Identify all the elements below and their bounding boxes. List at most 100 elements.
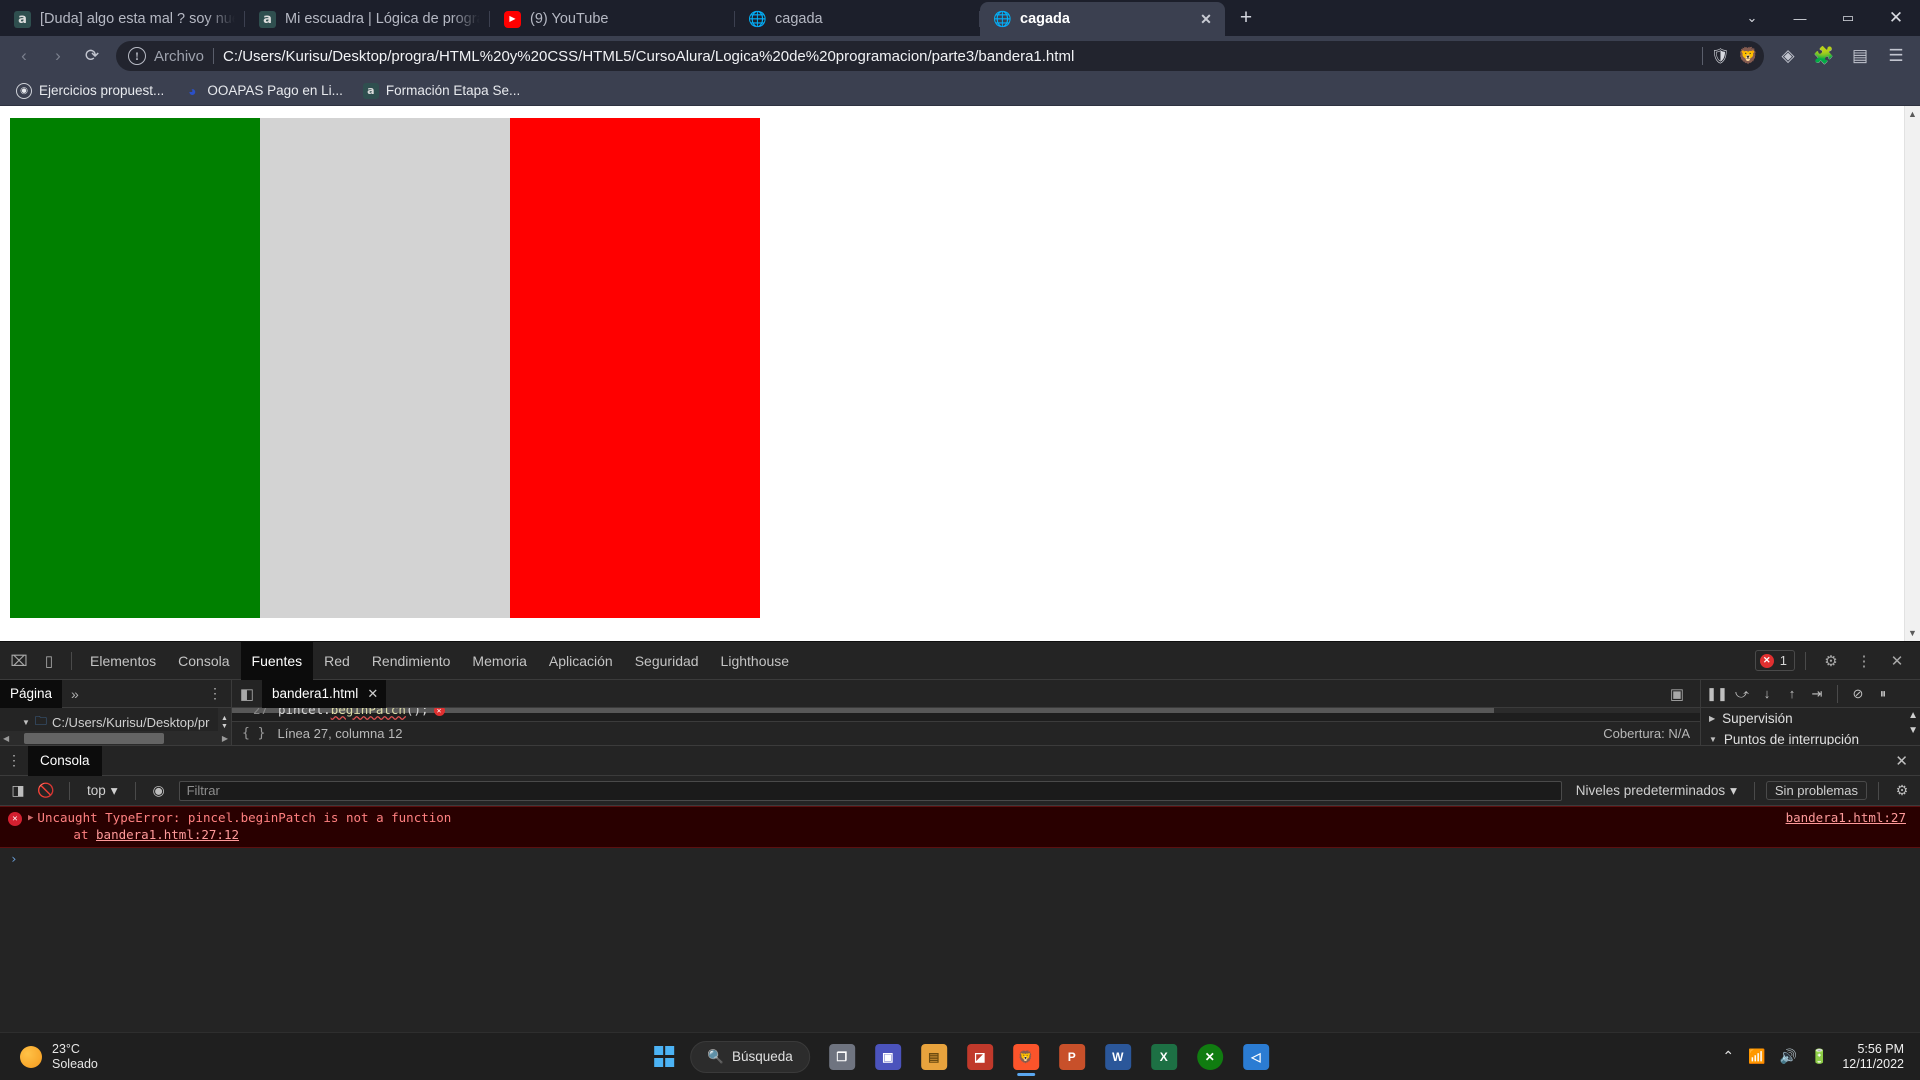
scroll-right-icon[interactable]: ▶ <box>219 734 231 743</box>
xbox-button[interactable]: ✕ <box>1190 1037 1230 1077</box>
devtools-tab-memoria[interactable]: Memoria <box>461 642 537 680</box>
speaker-icon[interactable]: 🔊 <box>1779 1048 1796 1065</box>
vscode-button[interactable]: ◁ <box>1236 1037 1276 1077</box>
devtools-tab-elementos[interactable]: Elementos <box>79 642 167 680</box>
devtools-tab-consola[interactable]: Consola <box>167 642 240 680</box>
pause-on-exceptions-icon[interactable]: ⏸ <box>1871 682 1895 706</box>
close-icon[interactable]: ✕ <box>367 686 378 702</box>
brave-browser-button[interactable]: 🦁 <box>1006 1037 1046 1077</box>
show-debugger-icon[interactable]: ▣ <box>1662 680 1692 709</box>
minimize-button[interactable]: — <box>1776 0 1824 36</box>
devtools-kebab-icon[interactable]: ⋮ <box>1849 646 1879 676</box>
error-count-badge[interactable]: ✕ 1 <box>1754 650 1795 671</box>
extensions-icon[interactable]: 🧩 <box>1808 40 1840 72</box>
live-expression-icon[interactable]: ◉ <box>147 779 171 803</box>
close-icon[interactable]: ✕ <box>1197 10 1215 28</box>
inspect-element-icon[interactable]: ⌧ <box>4 646 34 676</box>
chevron-down-icon[interactable]: ▼ <box>1709 735 1717 744</box>
console-filter-input[interactable]: Filtrar <box>178 780 1562 801</box>
brave-rewards-icon[interactable]: ◈ <box>1772 40 1804 72</box>
sidebar-toggle-icon[interactable]: ▤ <box>1844 40 1876 72</box>
format-code-icon[interactable]: { } <box>242 726 265 741</box>
browser-tab-0[interactable]: a [Duda] algo esta mal ? soy nuevo :C | … <box>0 2 245 36</box>
drawer-close-icon[interactable]: ✕ <box>1883 752 1920 770</box>
scroll-up-icon[interactable]: ▲ <box>221 715 228 723</box>
back-button[interactable]: ‹ <box>8 40 40 72</box>
browser-tab-2[interactable]: ▶ (9) YouTube <box>490 2 735 36</box>
photoshop-button[interactable]: ◪ <box>960 1037 1000 1077</box>
drawer-tab-consola[interactable]: Consola <box>28 745 102 776</box>
task-view-button[interactable]: ❐ <box>822 1037 862 1077</box>
browser-tab-3[interactable]: 🌐 cagada <box>735 2 980 36</box>
devtools-tab-seguridad[interactable]: Seguridad <box>624 642 710 680</box>
devtools-tab-rendimiento[interactable]: Rendimiento <box>361 642 462 680</box>
bookmark-item-2[interactable]: a Formación Etapa Se... <box>355 80 528 102</box>
device-toolbar-icon[interactable]: ▯ <box>34 646 64 676</box>
reload-button[interactable]: ⟳ <box>76 40 108 72</box>
chevron-down-icon[interactable]: ⌄ <box>1728 0 1776 36</box>
taskbar-search-box[interactable]: 🔍 Búsqueda <box>690 1040 810 1073</box>
clear-console-icon[interactable]: 🚫 <box>34 779 58 803</box>
gear-icon[interactable]: ⚙ <box>1816 646 1846 676</box>
taskbar-weather-widget[interactable]: 23°C Soleado <box>0 1042 98 1071</box>
scrollbar-thumb[interactable] <box>24 732 165 744</box>
scroll-down-icon[interactable]: ▼ <box>1908 625 1917 641</box>
scroll-up-icon[interactable]: ▲ <box>1908 106 1917 122</box>
step-icon[interactable]: ⇥ <box>1805 682 1829 706</box>
console-input-prompt[interactable]: › <box>0 848 1920 869</box>
address-bar[interactable]: ! Archivo C:/Users/Kurisu/Desktop/progra… <box>116 41 1764 71</box>
window-close-button[interactable]: ✕ <box>1872 0 1920 36</box>
console-log-levels-selector[interactable]: Niveles predeterminados ▾ <box>1570 783 1743 799</box>
editor-file-tab[interactable]: bandera1.html ✕ <box>262 680 387 708</box>
forward-button[interactable]: › <box>42 40 74 72</box>
debugger-section-breakpoints[interactable]: ▼ Puntos de interrupción <box>1701 729 1920 745</box>
show-navigator-icon[interactable]: ◧ <box>232 680 262 709</box>
sources-file-tree[interactable]: ▼ 🗀 C:/Users/Kurisu/Desktop/pr ▲ ▼ ◀ ▶ <box>0 708 231 745</box>
tree-horizontal-scrollbar[interactable]: ◀ ▶ <box>0 731 231 745</box>
step-over-icon[interactable]: ⤻ <box>1730 682 1754 706</box>
wifi-icon[interactable]: 📶 <box>1748 1048 1765 1065</box>
bookmark-item-1[interactable]: ◕ OOAPAS Pago en Li... <box>176 80 351 102</box>
expand-arrow-icon[interactable]: ▶ <box>28 813 33 823</box>
page-vertical-scrollbar[interactable]: ▲ ▼ <box>1904 106 1920 641</box>
teams-chat-button[interactable]: ▣ <box>868 1037 908 1077</box>
taskbar-clock[interactable]: 5:56 PM 12/11/2022 <box>1842 1042 1904 1072</box>
console-settings-gear-icon[interactable]: ⚙ <box>1890 779 1914 803</box>
more-tabs-icon[interactable]: » <box>62 686 88 702</box>
error-marker-icon[interactable]: ✕ <box>433 708 445 716</box>
pause-script-icon[interactable]: ❚❚ <box>1705 682 1729 706</box>
bookmark-item-0[interactable]: ◉ Ejercicios propuest... <box>8 80 172 102</box>
deactivate-breakpoints-icon[interactable]: ⊘ <box>1846 682 1870 706</box>
new-tab-button[interactable]: + <box>1231 3 1261 33</box>
start-button[interactable] <box>644 1037 684 1077</box>
stack-source-link[interactable]: bandera1.html:27:12 <box>96 827 239 842</box>
chevron-right-icon[interactable]: ▶ <box>1709 714 1715 723</box>
scroll-down-icon[interactable]: ▼ <box>1908 725 1918 736</box>
word-button[interactable]: W <box>1098 1037 1138 1077</box>
browser-tab-1[interactable]: a Mi escuadra | Lógica de programación <box>245 2 490 36</box>
brave-lion-icon[interactable]: 🦁 <box>1738 46 1758 66</box>
scroll-up-icon[interactable]: ▲ <box>1908 710 1918 721</box>
battery-charging-icon[interactable]: 🔋 <box>1811 1048 1828 1065</box>
debugger-vertical-scrollbar[interactable]: ▲ ▼ <box>1908 710 1918 736</box>
maximize-button[interactable]: ▭ <box>1824 0 1872 36</box>
scroll-left-icon[interactable]: ◀ <box>0 734 12 743</box>
console-issues-badge[interactable]: Sin problemas <box>1765 781 1867 800</box>
file-explorer-button[interactable]: ▤ <box>914 1037 954 1077</box>
navigator-kebab-icon[interactable]: ⋮ <box>199 685 231 702</box>
powerpoint-button[interactable]: P <box>1052 1037 1092 1077</box>
excel-button[interactable]: X <box>1144 1037 1184 1077</box>
editor-code-area[interactable]: 27 pincel.beginPatch(); ✕ { } Línea 27, c… <box>232 708 1700 745</box>
chevron-down-icon[interactable]: ▼ <box>22 718 30 727</box>
devtools-tab-red[interactable]: Red <box>313 642 361 680</box>
chevron-up-icon[interactable]: ⌃ <box>1722 1048 1734 1065</box>
browser-tab-4-active[interactable]: 🌐 cagada ✕ <box>980 2 1225 36</box>
brave-shields-icon[interactable]: 🛡 <box>1711 47 1730 65</box>
devtools-close-icon[interactable]: ✕ <box>1882 646 1912 676</box>
step-into-icon[interactable]: ↓ <box>1755 682 1779 706</box>
sources-subtab-pagina[interactable]: Página <box>0 680 63 708</box>
site-info-icon[interactable]: ! <box>128 47 146 65</box>
drawer-kebab-icon[interactable]: ⋮ <box>0 752 28 769</box>
error-source-link[interactable]: bandera1.html:27 <box>1786 810 1906 825</box>
devtools-tab-fuentes[interactable]: Fuentes <box>240 641 314 680</box>
